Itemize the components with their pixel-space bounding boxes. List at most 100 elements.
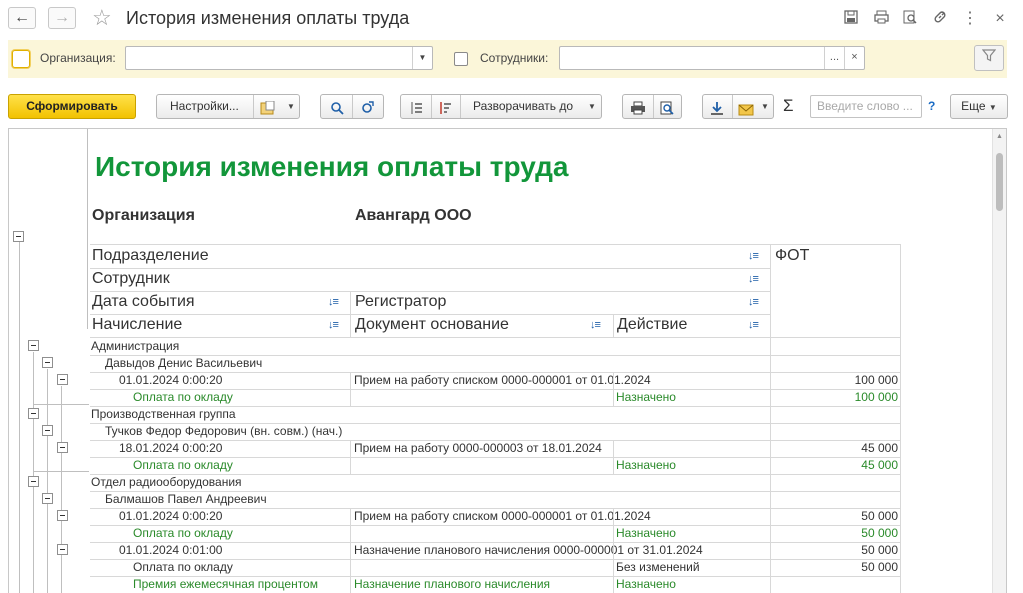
column-divider — [613, 508, 614, 525]
sort-icon[interactable]: ↓≡ — [748, 273, 759, 285]
row-primary-cell: Оплата по окладу — [133, 526, 233, 540]
sort-icon[interactable]: ↓≡ — [748, 296, 759, 308]
row-document-cell: Прием на работу списком 0000-000001 от 0… — [354, 373, 651, 387]
forward-arrow-icon: → — [54, 9, 70, 26]
organization-filter-checkbox[interactable] — [12, 50, 30, 68]
tree-line — [47, 369, 48, 593]
collapse-toggle-icon[interactable] — [13, 231, 24, 242]
collapse-toggle-icon[interactable] — [57, 442, 68, 453]
column-divider — [613, 576, 614, 593]
column-divider — [350, 508, 351, 525]
row-primary-cell: Балмашов Павел Андреевич — [105, 492, 267, 506]
employees-label: Сотрудники: — [480, 51, 549, 65]
column-divider — [613, 372, 614, 389]
row-document-cell: Прием на работу 0000-000003 от 18.01.202… — [354, 441, 602, 455]
back-button[interactable]: ← — [8, 7, 36, 29]
filter-bar: Организация: ▼ Сотрудники: ... × — [8, 40, 1007, 78]
sum-icon[interactable]: Σ — [783, 96, 794, 116]
forward-button[interactable]: → — [48, 7, 76, 29]
header-department: Подразделение — [92, 247, 209, 264]
collapse-toggle-icon[interactable] — [57, 374, 68, 385]
expand-levels-icon[interactable] — [438, 100, 452, 123]
tree-line — [33, 352, 34, 593]
collapse-levels-icon[interactable] — [409, 100, 423, 123]
row-action-cell: Без изменений — [616, 560, 700, 574]
row-primary-cell: Отдел радиооборудования — [91, 475, 242, 489]
collapse-toggle-icon[interactable] — [42, 357, 53, 368]
print-icon[interactable] — [871, 9, 891, 29]
row-primary-cell: 01.01.2024 0:01:00 — [119, 543, 223, 557]
header-action: Действие — [617, 316, 688, 333]
report-area[interactable]: ▲ История изменения оплаты труда Организ… — [8, 128, 1007, 593]
column-divider — [613, 525, 614, 542]
close-icon[interactable]: × — [990, 9, 1010, 29]
print-preview-icon[interactable] — [660, 100, 674, 123]
sort-icon[interactable]: ↓≡ — [590, 319, 601, 331]
collapse-toggle-icon[interactable] — [57, 544, 68, 555]
column-divider — [350, 389, 351, 406]
collapse-toggle-icon[interactable] — [28, 340, 39, 351]
grouping-group: Разворачивать до ▼ — [400, 94, 602, 119]
row-primary-cell: 01.01.2024 0:00:20 — [119, 373, 223, 387]
row-primary-cell: Премия ежемесячная процентом — [133, 577, 318, 591]
row-primary-cell: Администрация — [91, 339, 180, 353]
collapse-toggle-icon[interactable] — [28, 408, 39, 419]
header-fot: ФОТ — [775, 247, 810, 264]
download-icon[interactable] — [710, 100, 724, 123]
employees-filter-checkbox[interactable] — [454, 52, 468, 66]
generate-button[interactable]: Сформировать — [8, 94, 136, 119]
collapse-toggle-icon[interactable] — [28, 476, 39, 487]
row-primary-cell: Оплата по окладу — [133, 458, 233, 472]
gutter-divider — [87, 129, 88, 329]
collapse-toggle-icon[interactable] — [57, 510, 68, 521]
print-group — [622, 94, 682, 119]
sort-icon[interactable]: ↓≡ — [328, 296, 339, 308]
collapse-toggle-icon[interactable] — [42, 493, 53, 504]
employees-field[interactable]: ... × — [559, 46, 865, 70]
chevron-down-icon[interactable]: ▼ — [287, 95, 295, 118]
mail-icon[interactable] — [738, 101, 754, 124]
scroll-thumb[interactable] — [996, 153, 1003, 211]
variant-icon[interactable] — [260, 100, 280, 123]
clear-icon[interactable]: × — [844, 47, 864, 69]
expand-to-button[interactable]: Разворачивать до — [473, 95, 573, 118]
print-icon[interactable] — [630, 100, 646, 123]
chevron-down-icon[interactable]: ▼ — [412, 47, 432, 69]
row-fot-cell: 50 000 — [861, 543, 898, 557]
link-icon[interactable] — [930, 9, 950, 29]
collapse-toggle-icon[interactable] — [42, 425, 53, 436]
export-group: ▼ — [702, 94, 774, 119]
row-primary-cell: 18.01.2024 0:00:20 — [119, 441, 223, 455]
row-primary-cell: Оплата по окладу — [133, 560, 233, 574]
column-divider — [350, 542, 351, 559]
find-next-icon[interactable] — [361, 100, 375, 123]
more-actions-icon[interactable]: ⋮ — [960, 9, 980, 29]
chevron-down-icon[interactable]: ▼ — [761, 95, 769, 118]
header-employee: Сотрудник — [92, 270, 170, 287]
tree-line — [61, 386, 62, 593]
organization-field[interactable]: ▼ — [125, 46, 433, 70]
search-input[interactable]: Введите слово ... — [810, 95, 922, 118]
preview-icon[interactable] — [900, 9, 920, 29]
help-button[interactable]: ? — [928, 99, 935, 113]
column-divider — [613, 559, 614, 576]
report-title: История изменения оплаты труда — [95, 151, 569, 182]
save-icon[interactable] — [841, 9, 861, 29]
favorite-star-icon[interactable]: ☆ — [92, 5, 112, 31]
scroll-up-icon[interactable]: ▲ — [996, 133, 1003, 140]
employees-select-button[interactable]: ... — [824, 47, 844, 69]
column-divider — [613, 457, 614, 474]
sort-icon[interactable]: ↓≡ — [748, 250, 759, 262]
find-icon[interactable] — [330, 100, 344, 123]
chevron-down-icon[interactable]: ▼ — [588, 95, 596, 118]
row-fot-cell: 45 000 — [861, 458, 898, 472]
sort-icon[interactable]: ↓≡ — [748, 319, 759, 331]
sort-icon[interactable]: ↓≡ — [328, 319, 339, 331]
vertical-scrollbar[interactable]: ▲ — [992, 129, 1006, 593]
filter-settings-button[interactable] — [974, 45, 1004, 71]
row-primary-cell: Давыдов Денис Васильевич — [105, 356, 263, 370]
row-fot-cell: 100 000 — [854, 373, 898, 387]
more-button[interactable]: Еще ▼ — [950, 94, 1008, 119]
settings-button[interactable]: Настройки... — [170, 95, 239, 118]
row-primary-cell: Оплата по окладу — [133, 390, 233, 404]
